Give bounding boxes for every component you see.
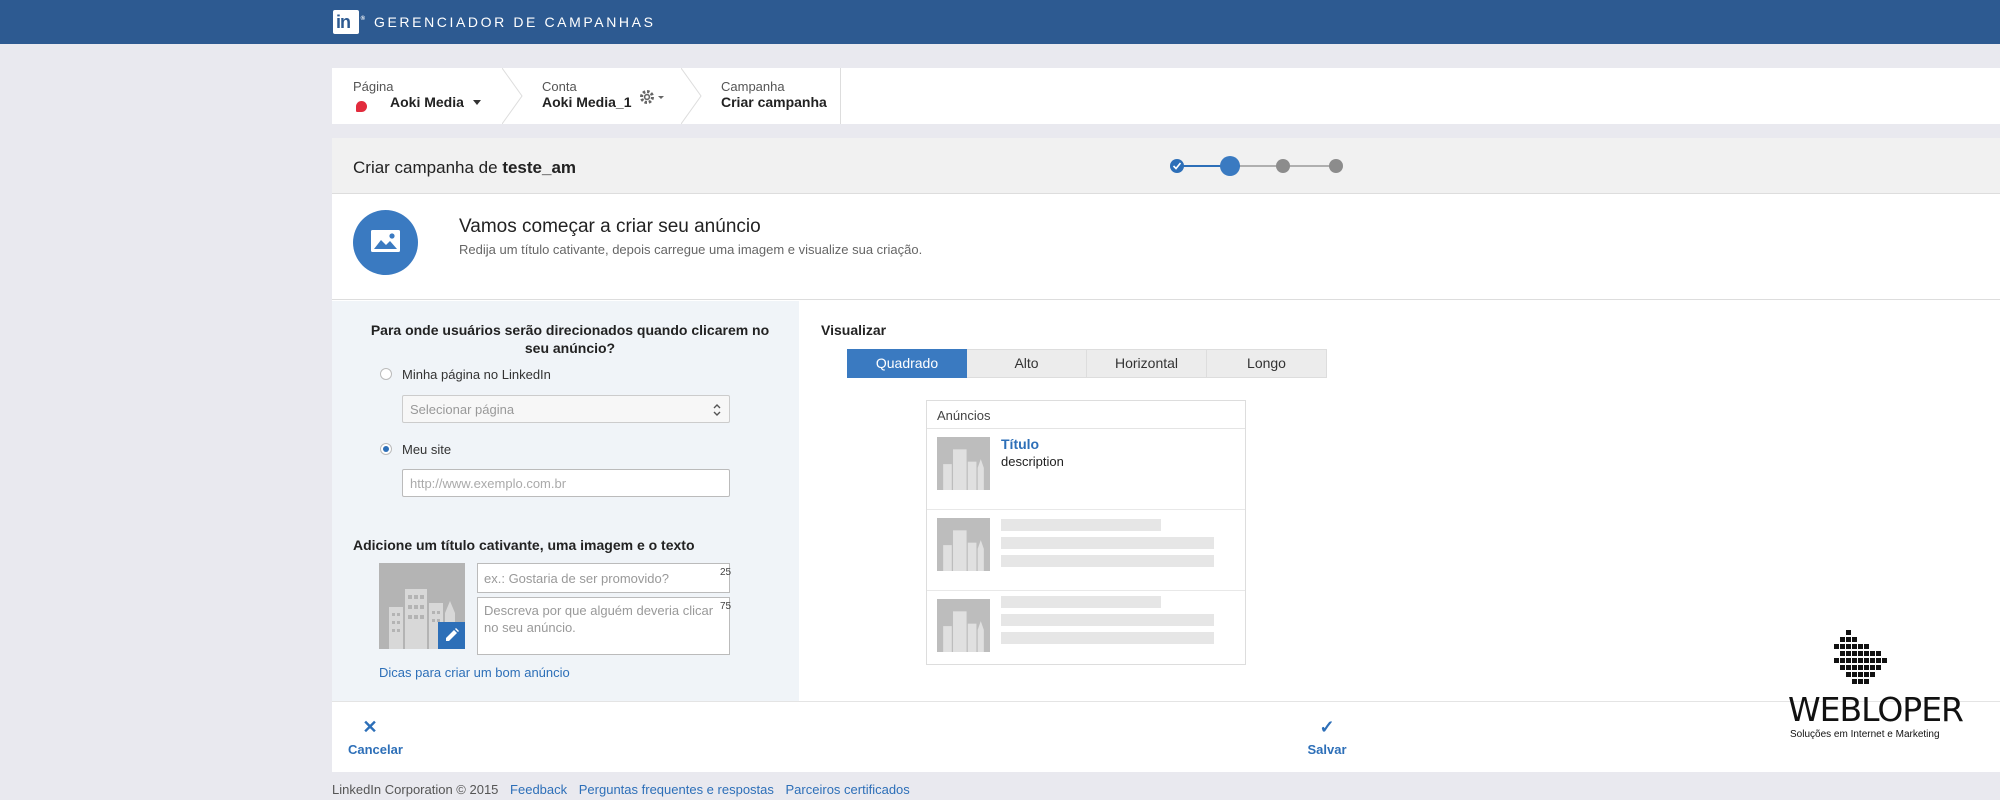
tab-alto[interactable]: Alto [967, 349, 1087, 378]
placeholder-bar [1001, 537, 1214, 549]
intro-subtitle: Redija um título cativante, depois carre… [459, 242, 923, 257]
image-icon [353, 210, 418, 275]
preview-ad-row: Título description [927, 430, 1245, 510]
url-input[interactable] [402, 469, 730, 497]
campaign-card: Criar campanha de teste_am Vamos começar… [332, 138, 2000, 772]
radio-linkedin-page[interactable] [380, 368, 392, 380]
step-3 [1276, 159, 1290, 173]
save-button[interactable]: ✓ Salvar [1305, 718, 1349, 757]
webloper-tagline: Soluções em Internet e Marketing [1790, 729, 1940, 740]
description-char-count: 75 [720, 601, 732, 612]
page-title: Criar campanha de teste_am [353, 158, 577, 177]
copyright-text: LinkedIn Corporation © 2015 [332, 782, 499, 797]
ad-tips-link[interactable]: Dicas para criar um bom anúncio [379, 665, 570, 680]
radio-my-site[interactable] [380, 443, 392, 455]
breadcrumb-page[interactable]: Página Aoki Media [332, 68, 504, 124]
breadcrumb-campaign-value: Criar campanha [721, 94, 827, 110]
intro-title: Vamos começar a criar seu anúncio [459, 216, 761, 237]
preview-tabs: Quadrado Alto Horizontal Longo [847, 349, 1327, 378]
preview-box-title: Anúncios [927, 401, 1245, 429]
step-2-current [1220, 156, 1240, 176]
placeholder-bar [1001, 519, 1161, 531]
preview-label: Visualizar [821, 322, 887, 338]
breadcrumb-account-value: Aoki Media_1 [542, 94, 632, 110]
breadcrumb: Página Aoki Media Conta Aoki Media_1 Cam… [332, 68, 2000, 124]
cancel-label: Cancelar [348, 742, 403, 757]
breadcrumb-campaign: Campanha Criar campanha [703, 68, 843, 124]
radio-my-site-label: Meu site [402, 442, 452, 457]
divider [332, 701, 2000, 702]
placeholder-bar [1001, 614, 1214, 626]
description-input[interactable] [477, 597, 730, 655]
step-1-done [1170, 159, 1184, 173]
placeholder-bar [1001, 596, 1161, 608]
destination-question: Para onde usuários serão direcionados qu… [370, 322, 770, 356]
ad-image-upload[interactable] [379, 563, 465, 649]
intro-section: Vamos começar a criar seu anúncio Redija… [332, 194, 2000, 300]
pencil-icon [446, 628, 459, 641]
card-header: Criar campanha de teste_am [332, 138, 2000, 194]
breadcrumb-separator [681, 68, 702, 124]
checkmark-icon: ✓ [1319, 717, 1335, 737]
top-bar: in ® GERENCIADOR DE CAMPANHAS [0, 0, 2000, 44]
chevron-down-icon[interactable] [473, 100, 481, 105]
placeholder-bar [1001, 555, 1214, 567]
close-icon: ✕ [362, 717, 378, 737]
headline-input[interactable] [477, 563, 730, 593]
breadcrumb-separator [502, 68, 523, 124]
creative-section-title: Adicione um título cativante, uma imagem… [353, 537, 695, 553]
footer-link-feedback[interactable]: Feedback [510, 782, 567, 797]
webloper-logo-icon [1834, 630, 1887, 684]
divider [840, 68, 841, 124]
preview-ad-description: description [1001, 454, 1064, 469]
webloper-name: WEBLOPER [1788, 690, 1964, 729]
headline-char-count: 25 [720, 567, 732, 578]
gear-icon[interactable] [638, 88, 666, 106]
page-select-placeholder: Selecionar página [410, 402, 515, 417]
preview-placeholder-row [927, 592, 1245, 672]
step-4 [1329, 159, 1343, 173]
select-arrows-icon [713, 404, 721, 416]
tab-quadrado[interactable]: Quadrado [847, 349, 967, 378]
campaign-name: teste_am [502, 158, 577, 177]
progress-steps [1170, 156, 1343, 176]
breadcrumb-campaign-label: Campanha [721, 79, 785, 94]
app-title: GERENCIADOR DE CAMPANHAS [374, 14, 656, 30]
webloper-watermark: WEBLOPER Soluções em Internet e Marketin… [1788, 628, 1968, 743]
radio-linkedin-page-label: Minha página no LinkedIn [402, 367, 551, 382]
page-footer: LinkedIn Corporation © 2015 Feedback Per… [332, 782, 910, 797]
building-placeholder-icon [937, 599, 990, 652]
cancel-button[interactable]: ✕ Cancelar [348, 717, 403, 757]
ad-preview-box: Anúncios Título description [926, 400, 1246, 665]
placeholder-bar [1001, 632, 1214, 644]
breadcrumb-page-label: Página [353, 79, 394, 94]
tab-longo[interactable]: Longo [1207, 349, 1327, 378]
breadcrumb-page-value: Aoki Media [390, 94, 464, 110]
preview-placeholder-row [927, 511, 1245, 591]
preview-ad-title: Título [1001, 436, 1040, 452]
company-logo-icon [356, 101, 367, 112]
linkedin-logo[interactable]: in ® [333, 10, 365, 34]
save-label: Salvar [1307, 742, 1347, 757]
footer-link-faq[interactable]: Perguntas frequentes e respostas [579, 782, 774, 797]
footer-link-partners[interactable]: Parceiros certificados [786, 782, 910, 797]
ad-form-panel: Para onde usuários serão direcionados qu… [332, 301, 799, 701]
page-select[interactable]: Selecionar página [402, 395, 730, 423]
breadcrumb-account-label: Conta [542, 79, 577, 94]
building-placeholder-icon [937, 518, 990, 571]
edit-image-button[interactable] [438, 622, 465, 649]
tab-horizontal[interactable]: Horizontal [1087, 349, 1207, 378]
building-placeholder-icon [937, 437, 990, 490]
